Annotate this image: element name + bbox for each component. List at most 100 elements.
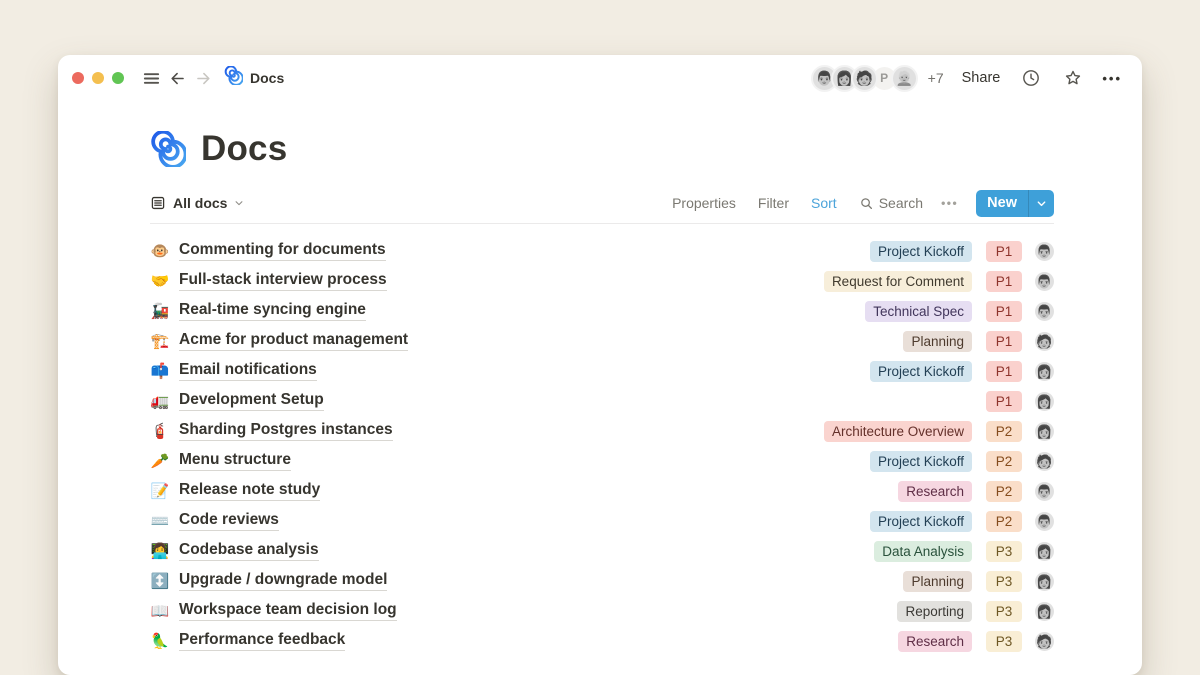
assignee-avatar: 🧑 — [1035, 632, 1054, 651]
share-button[interactable]: Share — [962, 70, 1001, 86]
titlebar: Docs 👨👩🧑P👱 +7 Share ••• — [58, 55, 1142, 101]
assignee-avatar: 👩 — [1035, 362, 1054, 381]
back-arrow-icon[interactable] — [164, 65, 190, 91]
chevron-down-icon — [1036, 198, 1047, 209]
doc-row[interactable]: 🚂 Real-time syncing engine Technical Spe… — [150, 296, 1054, 326]
doc-row[interactable]: 📫 Email notifications Project Kickoff P1… — [150, 356, 1054, 386]
view-more-options-icon[interactable]: ••• — [941, 196, 958, 210]
assignee-avatar: 👨 — [1035, 512, 1054, 531]
priority-badge: P2 — [986, 511, 1022, 532]
doc-row[interactable]: 🚛 Development Setup P1 👩 — [150, 386, 1054, 416]
priority-badge: P1 — [986, 301, 1022, 322]
priority-badge: P1 — [986, 331, 1022, 352]
doc-emoji-icon: 🦜 — [150, 634, 170, 649]
collaborator-avatar[interactable]: 👱 — [891, 65, 918, 92]
assignee-avatar: 🧑 — [1035, 332, 1054, 351]
doc-row[interactable]: ↕️ Upgrade / downgrade model Planning P3… — [150, 566, 1054, 596]
priority-badge: P2 — [986, 451, 1022, 472]
view-toolbar: All docs Properties Filter Sort Search •… — [150, 183, 1054, 224]
doc-title-link[interactable]: Release note study — [179, 481, 320, 501]
window-controls — [72, 72, 124, 84]
search-button[interactable]: Search — [859, 195, 923, 211]
assignee-avatar: 🧑 — [1035, 452, 1054, 471]
doc-emoji-icon: 🏗️ — [150, 334, 170, 349]
docs-spiral-logo-icon-large — [150, 131, 186, 167]
doc-title-link[interactable]: Development Setup — [179, 391, 324, 411]
doc-row[interactable]: 📝 Release note study Research P2 👨 — [150, 476, 1054, 506]
doc-title-link[interactable]: Code reviews — [179, 511, 279, 531]
doc-title-link[interactable]: Workspace team decision log — [179, 601, 397, 621]
view-selector-label: All docs — [173, 195, 227, 211]
assignee-avatar: 👩 — [1035, 572, 1054, 591]
assignee-avatar: 👨 — [1035, 482, 1054, 501]
doc-title-link[interactable]: Upgrade / downgrade model — [179, 571, 387, 591]
doc-title-link[interactable]: Commenting for documents — [179, 241, 386, 261]
doc-title-link[interactable]: Acme for product management — [179, 331, 408, 351]
priority-badge: P3 — [986, 541, 1022, 562]
doc-type-tag: Data Analysis — [874, 541, 972, 562]
doc-title-link[interactable]: Email notifications — [179, 361, 317, 381]
doc-type-tag: Research — [898, 481, 972, 502]
doc-emoji-icon: 👩‍💻 — [150, 544, 170, 559]
zoom-window-button[interactable] — [112, 72, 124, 84]
doc-row[interactable]: 🥕 Menu structure Project Kickoff P2 🧑 — [150, 446, 1054, 476]
priority-badge: P1 — [986, 271, 1022, 292]
minimize-window-button[interactable] — [92, 72, 104, 84]
new-button[interactable]: New — [976, 190, 1028, 217]
doc-emoji-icon: 🐵 — [150, 244, 170, 259]
assignee-avatar: 👩 — [1035, 422, 1054, 441]
doc-row[interactable]: ⌨️ Code reviews Project Kickoff P2 👨 — [150, 506, 1054, 536]
close-window-button[interactable] — [72, 72, 84, 84]
collaborator-avatar-stack[interactable]: 👨👩🧑P👱 — [811, 65, 918, 92]
doc-row[interactable]: 🧯 Sharding Postgres instances Architectu… — [150, 416, 1054, 446]
doc-emoji-icon: 📫 — [150, 364, 170, 379]
page-content: Docs All docs Properties Filter Sort — [58, 128, 1142, 656]
priority-badge: P1 — [986, 391, 1022, 412]
window-more-options-icon[interactable]: ••• — [1102, 71, 1122, 86]
doc-list: 🐵 Commenting for documents Project Kicko… — [150, 224, 1054, 656]
priority-badge: P1 — [986, 241, 1022, 262]
doc-title-link[interactable]: Full-stack interview process — [179, 271, 387, 291]
doc-type-tag: Project Kickoff — [870, 241, 972, 262]
doc-title-link[interactable]: Menu structure — [179, 451, 291, 471]
doc-emoji-icon: 🤝 — [150, 274, 170, 289]
properties-action[interactable]: Properties — [672, 195, 736, 211]
clock-history-icon[interactable] — [1018, 65, 1044, 91]
doc-type-tag: Request for Comment — [824, 271, 972, 292]
doc-emoji-icon: 🚛 — [150, 394, 170, 409]
doc-row[interactable]: 👩‍💻 Codebase analysis Data Analysis P3 👩 — [150, 536, 1054, 566]
doc-row[interactable]: 🦜 Performance feedback Research P3 🧑 — [150, 626, 1054, 656]
new-button-group: New — [976, 190, 1054, 217]
favorite-star-icon[interactable] — [1060, 65, 1086, 91]
collaborator-avatar[interactable]: 🧑 — [851, 65, 878, 92]
doc-emoji-icon: 🧯 — [150, 424, 170, 439]
tab-title: Docs — [250, 70, 284, 86]
doc-title-link[interactable]: Real-time syncing engine — [179, 301, 366, 321]
priority-badge: P3 — [986, 601, 1022, 622]
search-label: Search — [879, 195, 923, 211]
assignee-avatar: 👩 — [1035, 542, 1054, 561]
assignee-avatar: 👨 — [1035, 272, 1054, 291]
forward-arrow-icon[interactable] — [190, 65, 216, 91]
list-view-icon — [150, 195, 166, 211]
app-window: Docs 👨👩🧑P👱 +7 Share ••• — [58, 55, 1142, 675]
doc-title-link[interactable]: Codebase analysis — [179, 541, 319, 561]
view-selector-all-docs[interactable]: All docs — [150, 195, 244, 211]
assignee-avatar: 👨 — [1035, 302, 1054, 321]
assignee-avatar: 👩 — [1035, 602, 1054, 621]
sort-action[interactable]: Sort — [811, 195, 837, 211]
new-dropdown-button[interactable] — [1028, 190, 1054, 217]
doc-row[interactable]: 🐵 Commenting for documents Project Kicko… — [150, 236, 1054, 266]
doc-row[interactable]: 🏗️ Acme for product management Planning … — [150, 326, 1054, 356]
doc-type-tag: Technical Spec — [865, 301, 972, 322]
doc-type-tag: Architecture Overview — [824, 421, 972, 442]
doc-title-link[interactable]: Performance feedback — [179, 631, 345, 651]
doc-emoji-icon: 🚂 — [150, 304, 170, 319]
doc-row[interactable]: 🤝 Full-stack interview process Request f… — [150, 266, 1054, 296]
hamburger-menu-icon[interactable] — [138, 65, 164, 91]
doc-type-tag: Project Kickoff — [870, 361, 972, 382]
doc-title-link[interactable]: Sharding Postgres instances — [179, 421, 393, 441]
filter-action[interactable]: Filter — [758, 195, 789, 211]
priority-badge: P3 — [986, 571, 1022, 592]
doc-row[interactable]: 📖 Workspace team decision log Reporting … — [150, 596, 1054, 626]
